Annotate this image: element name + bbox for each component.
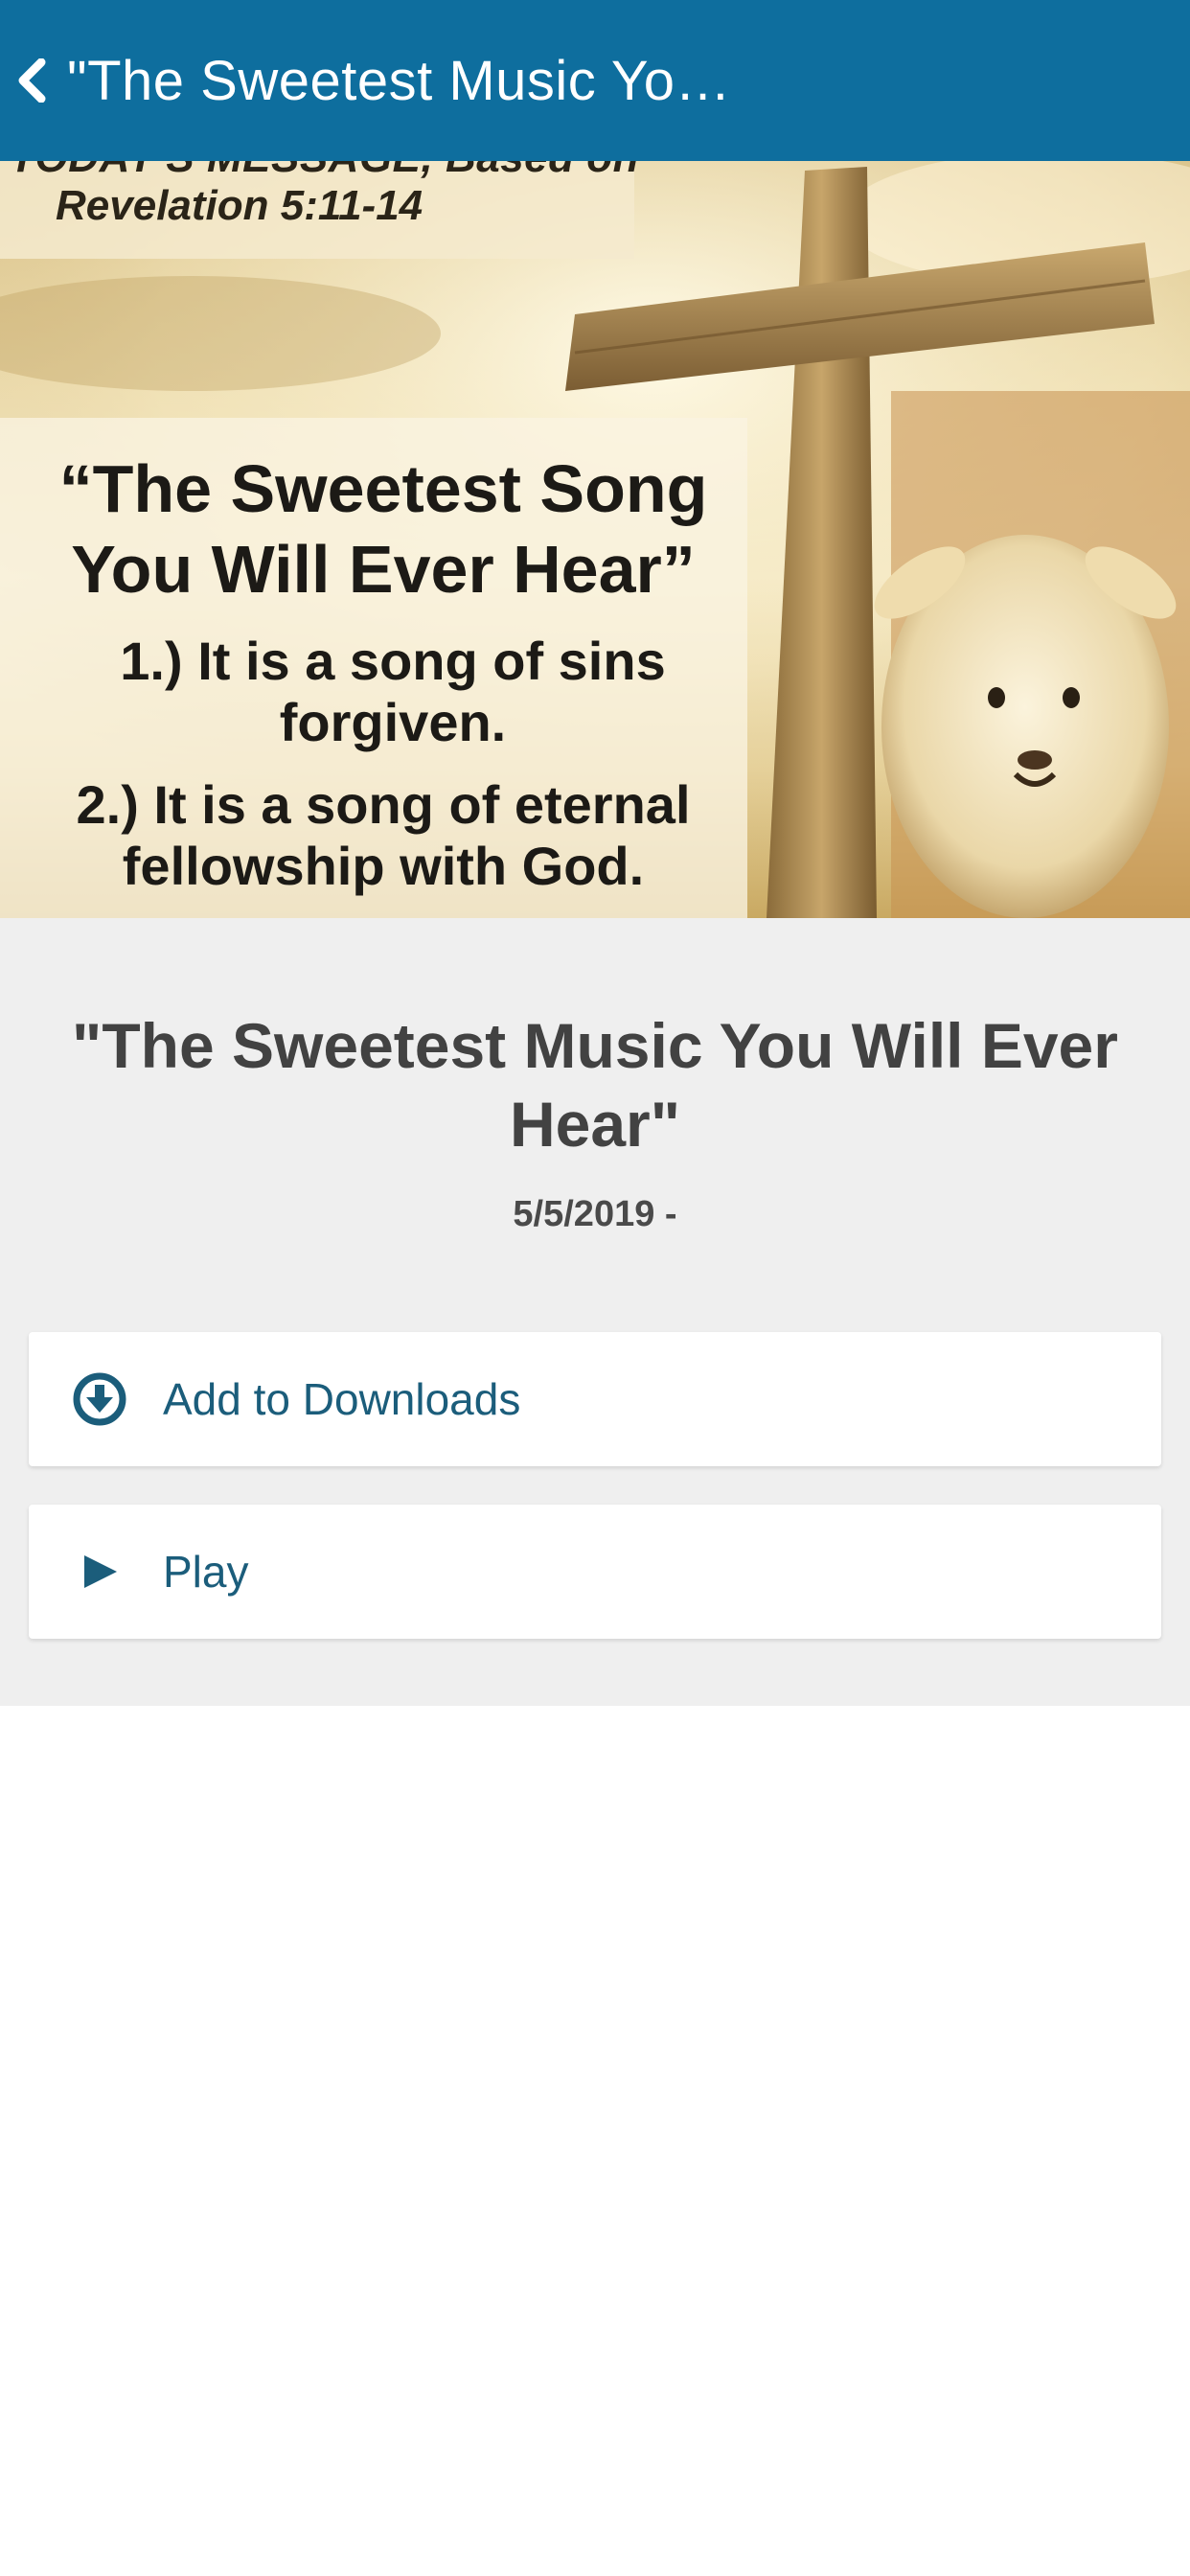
add-to-downloads-label: Add to Downloads xyxy=(163,1374,521,1424)
message-heading: TODAY'S MESSAGE, Based on xyxy=(10,161,639,182)
image-song-title-line1: “The Sweetest Song xyxy=(58,451,708,526)
sermon-date: 5/5/2019 - xyxy=(513,1194,677,1234)
image-point-2: 2.) It is a song of eternal fellowship w… xyxy=(19,774,747,897)
app-screen: "The Sweetest Music You… Revelation 5:11… xyxy=(0,0,1190,2576)
image-point-2-line2: fellowship with God. xyxy=(122,836,645,896)
sermon-image: TODAY'S MESSAGE, Based on Revelation 5:1… xyxy=(0,161,1190,918)
image-point-1-line1: 1.) It is a song of sins xyxy=(120,631,666,691)
play-button[interactable]: Play xyxy=(29,1505,1161,1639)
play-label: Play xyxy=(163,1547,249,1597)
image-song-title: “The Sweetest Song You Will Ever Hear” xyxy=(10,448,757,610)
back-button[interactable] xyxy=(4,0,59,161)
chevron-left-icon xyxy=(18,58,46,103)
sermon-title: "The Sweetest Music You Will Ever Hear" xyxy=(72,1010,1118,1160)
add-to-downloads-button[interactable]: Add to Downloads xyxy=(29,1332,1161,1466)
message-reference: Revelation 5:11-14 xyxy=(56,182,423,229)
nav-title: "The Sweetest Music You… xyxy=(67,49,757,112)
image-point-1: 1.) It is a song of sins forgiven. xyxy=(38,631,747,753)
nav-bar: "The Sweetest Music You… xyxy=(0,0,1190,161)
download-circle-icon xyxy=(71,1370,128,1428)
image-song-title-line2: You Will Ever Hear” xyxy=(71,532,696,607)
play-icon xyxy=(71,1543,128,1600)
image-point-2-line1: 2.) It is a song of eternal xyxy=(76,774,691,835)
sermon-detail-panel: "The Sweetest Music You Will Ever Hear" … xyxy=(0,918,1190,1706)
image-point-1-line2: forgiven. xyxy=(279,692,507,752)
